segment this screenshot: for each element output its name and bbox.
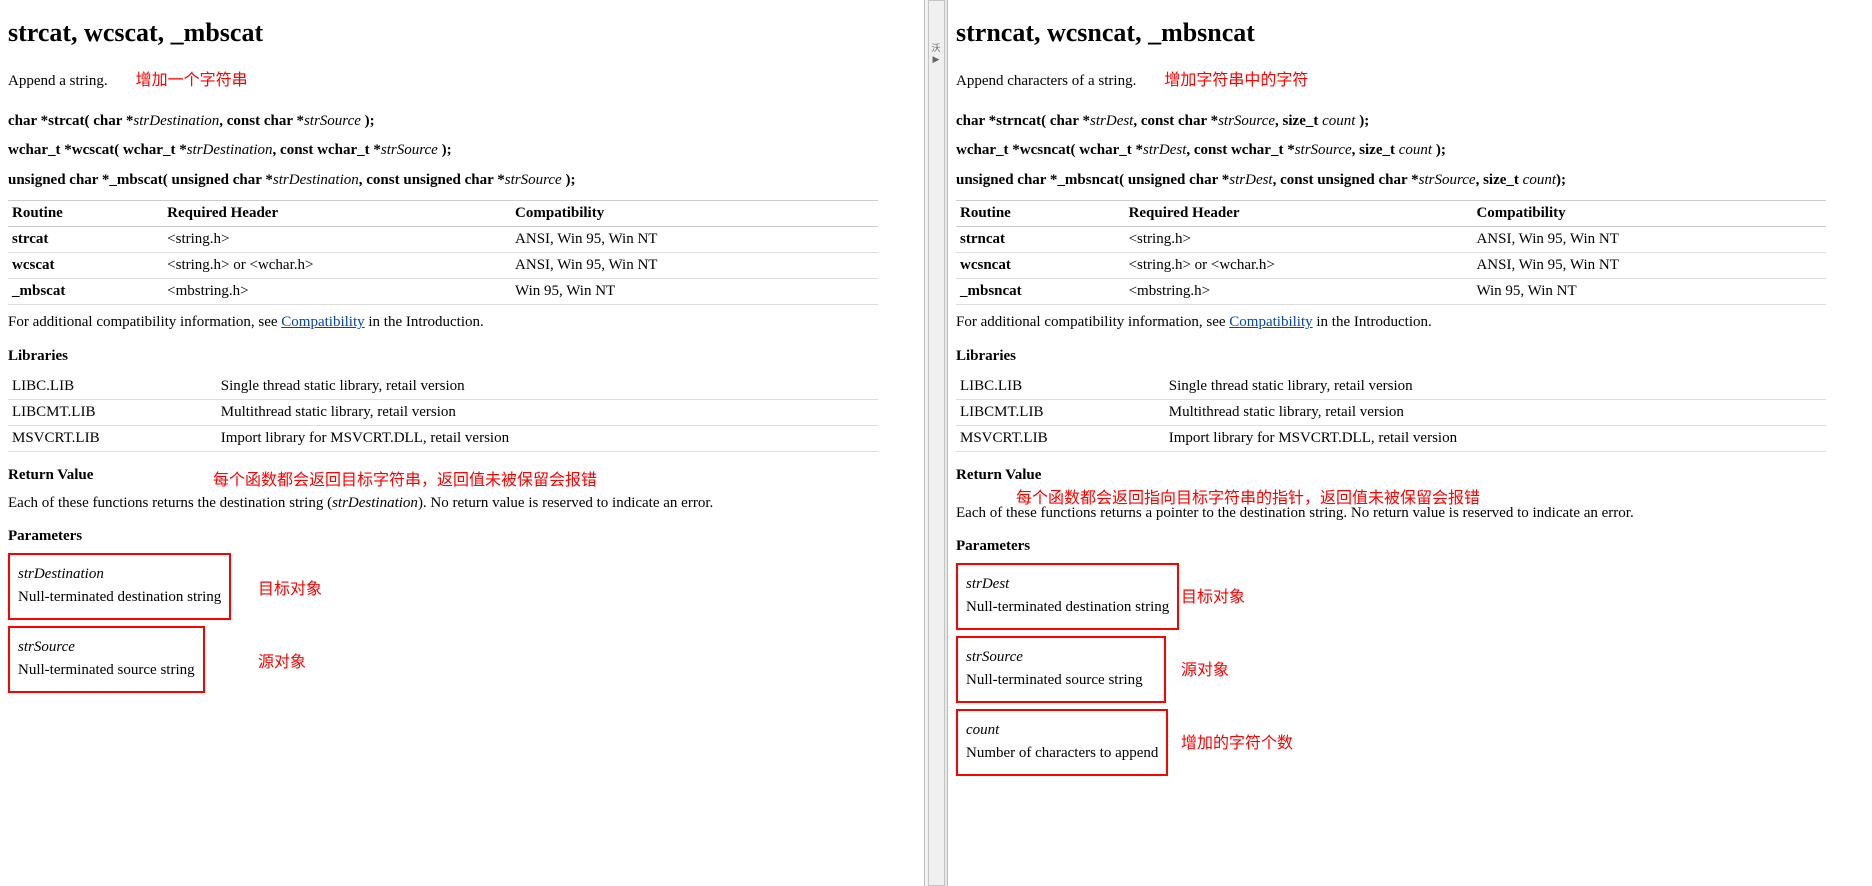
compat-text-left: For additional compatibility information… (8, 313, 914, 333)
signature-1-right: char *strncat( char *strDest, const char… (956, 112, 1862, 132)
libraries-table-left: LIBC.LIBSingle thread static library, re… (8, 374, 878, 452)
table-row: _mbscat<mbstring.h>Win 95, Win NT (8, 279, 878, 305)
annotation-desc-right: 增加字符串中的字符 (1164, 66, 1308, 90)
param-box-1-left: strDestination Null-terminated destinati… (8, 553, 231, 620)
annotation-param2-left: 源对象 (258, 648, 306, 672)
table-row: wcscat<string.h> or <wchar.h>ANSI, Win 9… (8, 253, 878, 279)
return-value-heading-right: Return Value (956, 466, 1862, 486)
annotation-param2-right: 源对象 (1181, 656, 1229, 680)
right-doc-pane: strncat, wcsncat, _mbsncat Append charac… (948, 0, 1872, 886)
param-box-2-right: strSource Null-terminated source string (956, 636, 1166, 703)
signature-2-right: wchar_t *wcsncat( wchar_t *strDest, cons… (956, 141, 1862, 161)
libraries-table-right: LIBC.LIBSingle thread static library, re… (956, 374, 1826, 452)
param-name: count (966, 722, 999, 738)
parameters-heading-left: Parameters (8, 527, 914, 547)
compatibility-link[interactable]: Compatibility (1229, 314, 1312, 330)
page-title-left: strcat, wcscat, _mbscat (8, 18, 914, 48)
annotation-param1-right: 目标对象 (1181, 583, 1245, 607)
page-title-right: strncat, wcsncat, _mbsncat (956, 18, 1862, 48)
table-row: strcat<string.h>ANSI, Win 95, Win NT (8, 227, 878, 253)
param-name: strDestination (18, 566, 104, 582)
annotation-param1-left: 目标对象 (258, 575, 322, 599)
param-desc: Null-terminated destination string (18, 588, 221, 608)
scrollbar-icon[interactable]: 沃▶ (928, 0, 945, 886)
param-desc: Number of characters to append (966, 744, 1158, 764)
param-name: strDest (966, 576, 1009, 592)
param-desc: Null-terminated destination string (966, 598, 1169, 618)
signature-2-left: wchar_t *wcscat( wchar_t *strDestination… (8, 141, 914, 161)
libraries-heading-left: Libraries (8, 347, 914, 367)
libraries-heading-right: Libraries (956, 347, 1862, 367)
param-name: strSource (966, 649, 1023, 665)
table-row: LIBC.LIBSingle thread static library, re… (8, 374, 878, 400)
compatibility-link[interactable]: Compatibility (281, 314, 364, 330)
signature-3-right: unsigned char *_mbsncat( unsigned char *… (956, 171, 1862, 191)
annotation-rv-right: 每个函数都会返回指向目标字符串的指针，返回值未被保留会报错 (1016, 484, 1480, 508)
param-box-2-left: strSource Null-terminated source string (8, 626, 205, 693)
table-row: wcsncat<string.h> or <wchar.h>ANSI, Win … (956, 253, 1826, 279)
table-row: _mbsncat<mbstring.h>Win 95, Win NT (956, 279, 1826, 305)
annotation-desc-left: 增加一个字符串 (136, 66, 248, 90)
table-row: MSVCRT.LIBImport library for MSVCRT.DLL,… (956, 426, 1826, 452)
desc-right: Append characters of a string. (956, 72, 1136, 92)
param-desc: Null-terminated source string (966, 671, 1156, 691)
table-row: LIBCMT.LIBMultithread static library, re… (8, 400, 878, 426)
table-row: MSVCRT.LIBImport library for MSVCRT.DLL,… (8, 426, 878, 452)
routine-table-left: RoutineRequired HeaderCompatibility strc… (8, 200, 878, 305)
annotation-rv-left: 每个函数都会返回目标字符串，返回值未被保留会报错 (213, 466, 597, 490)
compat-text-right: For additional compatibility information… (956, 313, 1862, 333)
table-row: strncat<string.h>ANSI, Win 95, Win NT (956, 227, 1826, 253)
signature-3-left: unsigned char *_mbscat( unsigned char *s… (8, 171, 914, 191)
param-name: strSource (18, 639, 75, 655)
signature-1-left: char *strcat( char *strDestination, cons… (8, 112, 914, 132)
return-value-text-left: Each of these functions returns the dest… (8, 494, 914, 514)
parameters-heading-right: Parameters (956, 537, 1862, 557)
annotation-param3-right: 增加的字符个数 (1181, 729, 1293, 753)
table-row: LIBCMT.LIBMultithread static library, re… (956, 400, 1826, 426)
table-row: LIBC.LIBSingle thread static library, re… (956, 374, 1826, 400)
desc-left: Append a string. (8, 72, 108, 92)
pane-divider[interactable]: 沃▶ (924, 0, 948, 886)
param-desc: Null-terminated source string (18, 661, 195, 681)
routine-table-right: RoutineRequired HeaderCompatibility strn… (956, 200, 1826, 305)
param-box-3-right: count Number of characters to append (956, 709, 1168, 776)
param-box-1-right: strDest Null-terminated destination stri… (956, 563, 1179, 630)
left-doc-pane: strcat, wcscat, _mbscat Append a string.… (0, 0, 924, 886)
